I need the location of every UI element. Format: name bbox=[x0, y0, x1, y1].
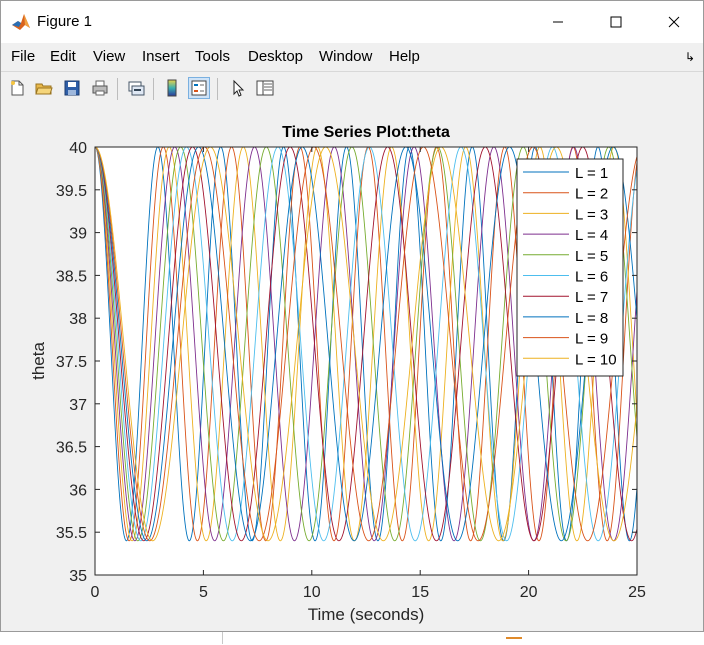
insert-legend-icon bbox=[191, 80, 207, 96]
open-file-icon bbox=[35, 83, 53, 95]
insert-colorbar-icon bbox=[167, 79, 177, 97]
y-tick-label: 36 bbox=[69, 482, 87, 499]
background-divider bbox=[222, 632, 223, 644]
toolbar-separator bbox=[153, 78, 154, 100]
legend-label-10: L = 10 bbox=[575, 351, 617, 368]
save-figure-button[interactable] bbox=[61, 77, 83, 99]
x-tick-label: 5 bbox=[199, 584, 208, 601]
menu-insert[interactable]: Insert bbox=[142, 48, 180, 65]
x-tick-label: 15 bbox=[411, 584, 429, 601]
x-tick-label: 0 bbox=[91, 584, 100, 601]
figure-window: Figure 1 File Edit View Insert Tools Des… bbox=[0, 0, 704, 632]
x-tick-label: 10 bbox=[303, 584, 321, 601]
legend-label-3: L = 3 bbox=[575, 206, 608, 223]
insert-colorbar-button[interactable] bbox=[161, 77, 183, 99]
legend-label-6: L = 6 bbox=[575, 269, 608, 286]
x-tick-label: 20 bbox=[520, 584, 538, 601]
close-icon bbox=[668, 16, 680, 28]
maximize-icon bbox=[610, 16, 622, 28]
chart-title: Time Series Plot:theta bbox=[282, 124, 450, 141]
minimize-icon bbox=[553, 21, 563, 23]
window-title: Figure 1 bbox=[37, 13, 93, 30]
menu-edit[interactable]: Edit bbox=[50, 48, 76, 65]
time-series-plot[interactable]: 0 5 10 15 20 25 35 35.5 36 36.5 37 37.5 38 38.5 39 39.5… bbox=[1, 107, 703, 631]
legend-label-9: L = 9 bbox=[575, 331, 608, 348]
menu-file[interactable]: File bbox=[11, 48, 35, 65]
background-strip bbox=[0, 632, 704, 644]
open-file-button[interactable] bbox=[33, 77, 55, 99]
link-plot-icon bbox=[128, 81, 145, 96]
matlab-icon bbox=[12, 14, 30, 30]
edit-plot-button[interactable] bbox=[227, 77, 249, 99]
edit-plot-icon bbox=[233, 79, 245, 97]
menu-window[interactable]: Window bbox=[319, 48, 372, 65]
legend-label-5: L = 5 bbox=[575, 248, 608, 265]
toolbar-separator bbox=[117, 78, 118, 100]
y-tick-label: 37.5 bbox=[56, 354, 87, 371]
menu-help[interactable]: Help bbox=[389, 48, 420, 65]
legend-label-2: L = 2 bbox=[575, 186, 608, 203]
y-tick-label: 35 bbox=[69, 568, 87, 585]
figure-canvas: 0 5 10 15 20 25 35 35.5 36 36.5 37 37.5 38 38.5 39 39.5… bbox=[1, 107, 703, 631]
new-figure-icon bbox=[11, 80, 24, 96]
x-axis-label: Time (seconds) bbox=[308, 605, 425, 624]
y-tick-label: 37 bbox=[69, 397, 87, 414]
print-figure-icon bbox=[92, 80, 108, 96]
link-plot-button[interactable] bbox=[125, 77, 147, 99]
y-tick-label: 40 bbox=[69, 140, 87, 157]
legend-label-1: L = 1 bbox=[575, 165, 608, 182]
y-tick-label: 38.5 bbox=[56, 268, 87, 285]
toolbar-separator bbox=[217, 78, 218, 100]
print-figure-button[interactable] bbox=[89, 77, 111, 99]
menu-bar: File Edit View Insert Tools Desktop Wind… bbox=[1, 45, 703, 69]
legend-label-4: L = 4 bbox=[575, 227, 608, 244]
save-figure-icon bbox=[64, 80, 80, 96]
menu-view[interactable]: View bbox=[93, 48, 125, 65]
title-bar[interactable]: Figure 1 bbox=[1, 1, 703, 43]
y-tick-label: 38 bbox=[69, 311, 87, 328]
x-tick-label: 25 bbox=[628, 584, 646, 601]
maximize-button[interactable] bbox=[587, 1, 645, 43]
insert-legend-button[interactable] bbox=[188, 77, 210, 99]
y-tick-label: 39.5 bbox=[56, 183, 87, 200]
property-inspector-icon bbox=[256, 80, 274, 96]
close-button[interactable] bbox=[645, 1, 703, 43]
y-tick-label: 39 bbox=[69, 226, 87, 243]
y-axis-label: theta bbox=[29, 342, 48, 380]
menu-desktop[interactable]: Desktop bbox=[248, 48, 303, 65]
y-tick-label: 36.5 bbox=[56, 440, 87, 457]
property-inspector-button[interactable] bbox=[254, 77, 276, 99]
new-figure-button[interactable] bbox=[6, 77, 28, 99]
legend-label-7: L = 7 bbox=[575, 289, 608, 306]
legend-label-8: L = 8 bbox=[575, 310, 608, 327]
dock-arrow-icon[interactable]: ↳ bbox=[685, 50, 695, 64]
minimize-button[interactable] bbox=[529, 1, 587, 43]
figure-toolbar bbox=[1, 71, 703, 106]
y-tick-label: 35.5 bbox=[56, 525, 87, 542]
menu-tools[interactable]: Tools bbox=[195, 48, 230, 65]
